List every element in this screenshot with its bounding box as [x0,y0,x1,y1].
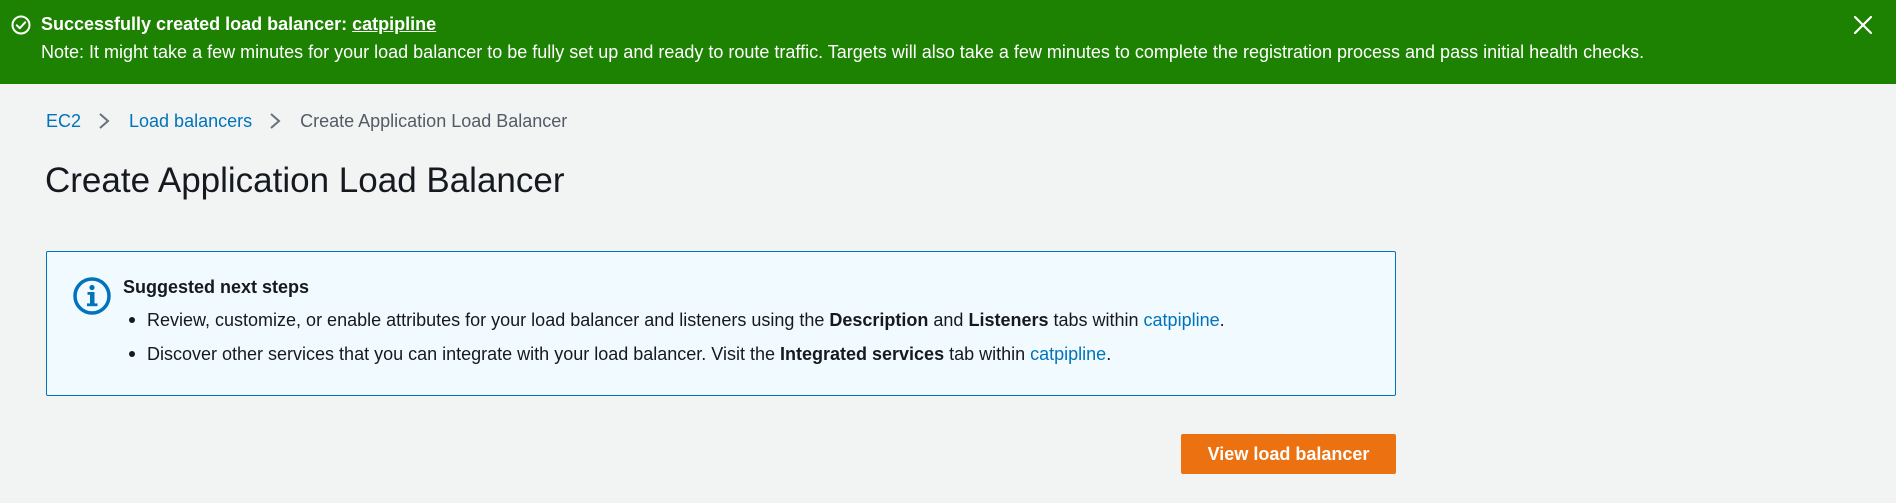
breadcrumb-load-balancers[interactable]: Load balancers [129,111,252,132]
breadcrumb: EC2 Load balancers Create Application Lo… [46,109,567,133]
step-text: Review, customize, or enable attributes … [147,310,830,330]
flash-title: Successfully created load balancer: catp… [41,13,436,35]
listeners-tab-label: Listeners [968,310,1049,330]
description-tab-label: Description [829,310,929,330]
step-text: . [1219,310,1225,330]
flash-title-text: Successfully created load balancer: [41,14,353,34]
step-text: Discover other services that you can int… [147,344,780,364]
suggested-next-steps-box: Suggested next steps Review, customize, … [46,251,1396,396]
step-text: . [1106,344,1112,364]
flash-load-balancer-link[interactable]: catpipline [352,14,436,34]
step-text: tab within [944,344,1031,364]
success-flashbar: Successfully created load balancer: catp… [0,0,1896,84]
breadcrumb-ec2[interactable]: EC2 [46,111,81,132]
view-load-balancer-button[interactable]: View load balancer [1181,434,1396,474]
catpipline-link[interactable]: catpipline [1144,310,1220,330]
step-text: and [928,310,969,330]
check-circle-icon [11,15,31,35]
catpipline-link[interactable]: catpipline [1030,344,1106,364]
step-text: tabs within [1048,310,1144,330]
integrated-services-tab-label: Integrated services [780,344,945,364]
chevron-right-icon [99,113,110,129]
list-item: Review, customize, or enable attributes … [129,309,1225,343]
list-item: Discover other services that you can int… [129,343,1225,377]
info-icon [73,277,111,315]
chevron-right-icon [270,113,281,129]
breadcrumb-current: Create Application Load Balancer [300,110,568,131]
next-steps-list: Review, customize, or enable attributes … [129,309,1225,377]
close-icon[interactable] [1852,14,1874,36]
flash-note: Note: It might take a few minutes for yo… [41,42,1645,62]
info-heading: Suggested next steps [123,277,310,297]
page-title: Create Application Load Balancer [45,161,565,200]
